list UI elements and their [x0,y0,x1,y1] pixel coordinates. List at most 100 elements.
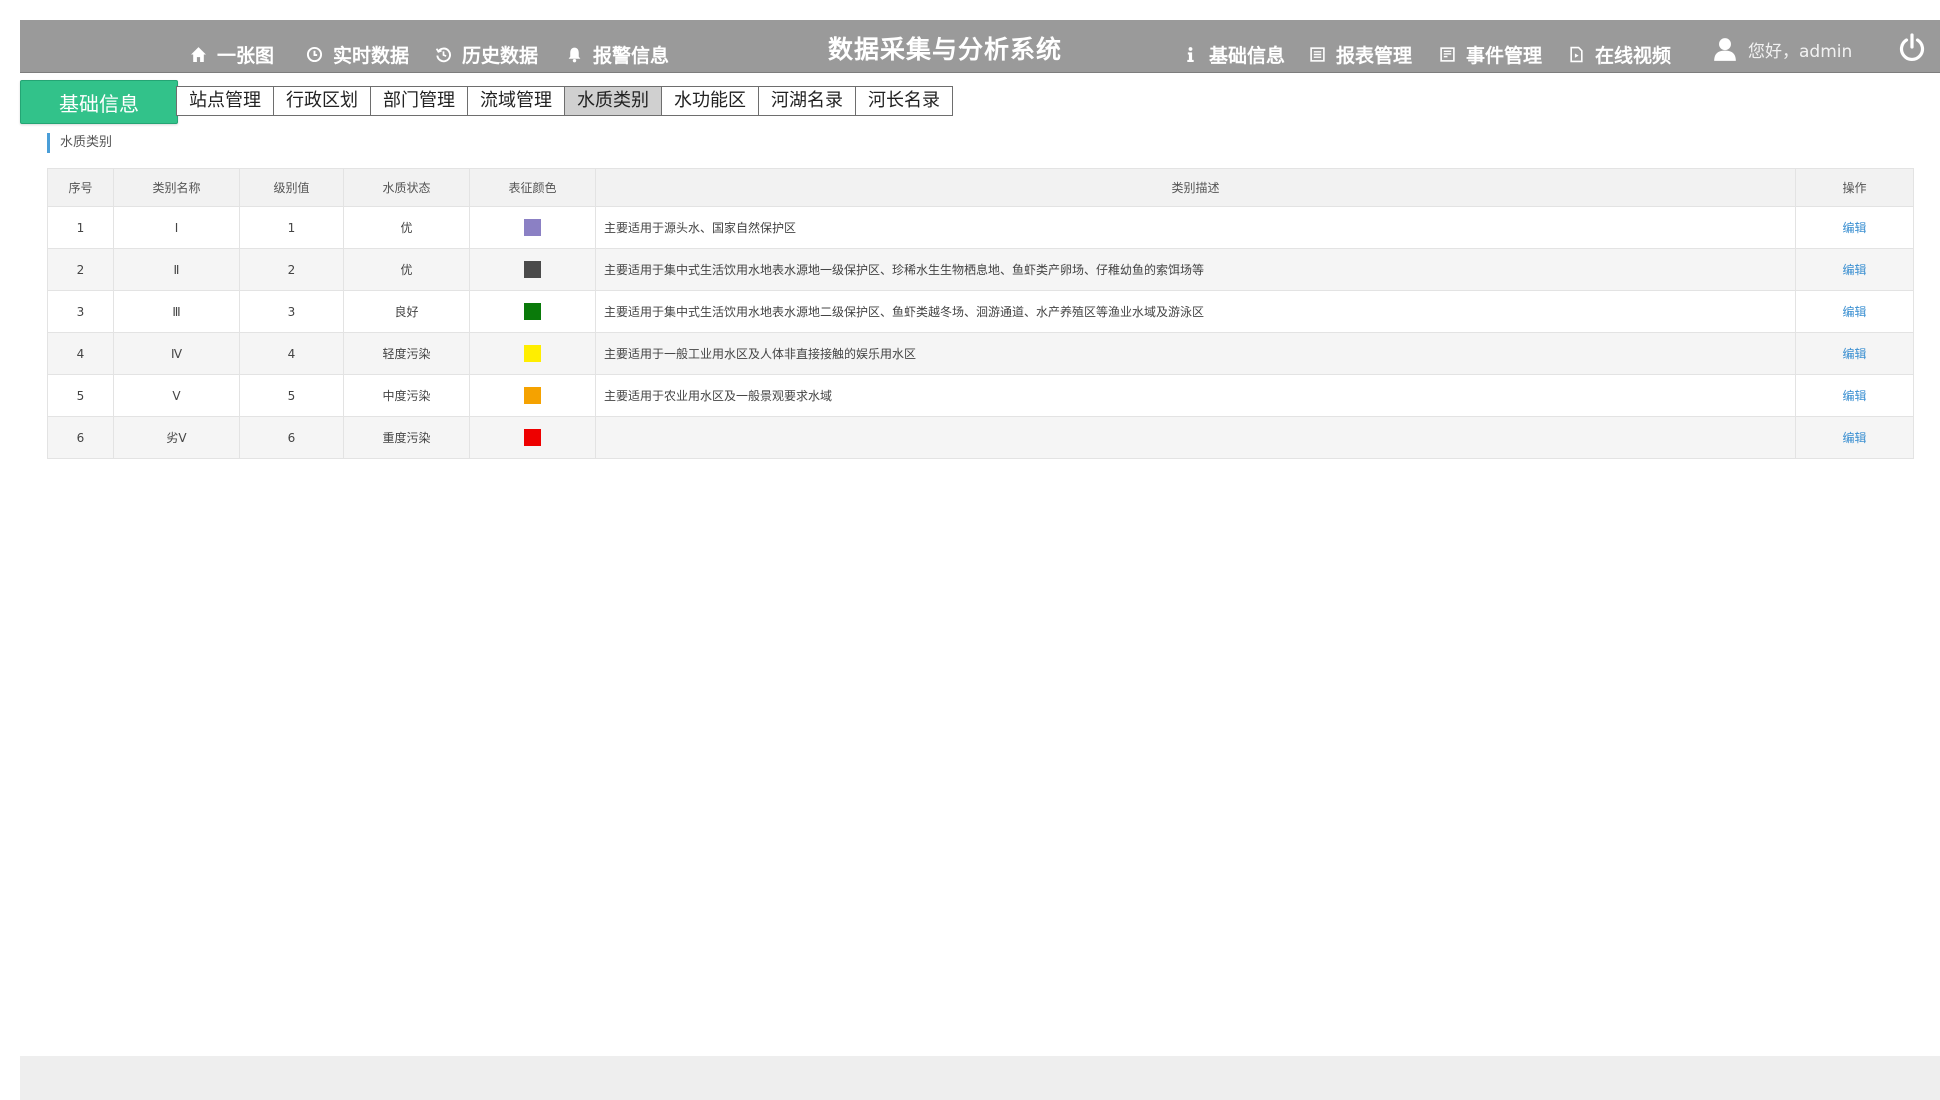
cell-action: 编辑 [1795,206,1914,249]
nav-realtime-label: 实时数据 [333,44,410,67]
nav-history[interactable]: 历史数据 [435,42,539,67]
logout-button[interactable] [1896,32,1928,64]
home-icon [191,46,206,62]
table-row: 3 Ⅲ 3 良好 主要适用于集中式生活饮用水地表水源地二级保护区、鱼虾类越冬场、… [47,290,1914,333]
edit-link[interactable]: 编辑 [1842,221,1866,235]
cell-name: Ⅳ [113,332,240,375]
edit-link[interactable]: 编辑 [1842,389,1866,403]
nav-report-label: 报表管理 [1336,44,1413,67]
table-row: 6 劣Ⅴ 6 重度污染 编辑 [47,416,1914,459]
edit-link[interactable]: 编辑 [1842,305,1866,319]
cell-name: Ⅲ [113,290,240,333]
cell-status: 良好 [343,290,470,333]
user-greeting: 您好，admin [1748,41,1853,62]
nav-alarm[interactable]: 报警信息 [566,42,670,67]
nav-report[interactable]: 报表管理 [1309,42,1413,67]
nav-basic-info-label: 基础信息 [1209,44,1286,67]
user-menu[interactable]: 您好，admin [1712,34,1852,64]
bell-icon [568,47,581,62]
cell-level: 2 [239,248,344,291]
report-icon [1310,46,1325,62]
color-swatch [524,429,541,446]
cell-status: 优 [343,248,470,291]
edit-link[interactable]: 编辑 [1842,431,1866,445]
table-row: 2 Ⅱ 2 优 主要适用于集中式生活饮用水地表水源地一级保护区、珍稀水生生物栖息… [47,248,1914,291]
color-swatch [524,219,541,236]
cell-index: 3 [47,290,114,333]
section-badge: 基础信息 [20,80,178,124]
cell-index: 4 [47,332,114,375]
nav-video[interactable]: 在线视频 [1568,42,1671,67]
cell-description: 主要适用于集中式生活饮用水地表水源地一级保护区、珍稀水生生物栖息地、鱼虾类产卵场… [595,248,1796,291]
cell-level: 5 [239,374,344,417]
tab-water-function-zone[interactable]: 水功能区 [661,86,759,116]
column-header-color[interactable]: 表征颜色 [469,168,596,207]
cell-status: 中度污染 [343,374,470,417]
tab-water-quality-category[interactable]: 水质类别 [564,86,662,116]
color-swatch [524,303,541,320]
tab-site-management[interactable]: 站点管理 [176,86,274,116]
nav-home-label: 一张图 [217,44,275,67]
column-header-level[interactable]: 级别值 [239,168,344,207]
footer-bar [20,1056,1940,1100]
table-row: 4 Ⅳ 4 轻度污染 主要适用于一般工业用水区及人体非直接接触的娱乐用水区 编辑 [47,332,1914,375]
cell-description [595,416,1796,459]
cell-description: 主要适用于集中式生活饮用水地表水源地二级保护区、鱼虾类越冬场、洄游通道、水产养殖… [595,290,1796,333]
color-swatch [524,261,541,278]
nav-history-label: 历史数据 [462,44,539,67]
table-row: 1 Ⅰ 1 优 主要适用于源头水、国家自然保护区 编辑 [47,206,1914,249]
cell-description: 主要适用于源头水、国家自然保护区 [595,206,1796,249]
cell-action: 编辑 [1795,290,1914,333]
cell-index: 2 [47,248,114,291]
app-title: 数据采集与分析系统 [827,35,1062,64]
water-quality-table: 序号 类别名称 级别值 水质状态 表征颜色 类别描述 操作 1 Ⅰ 1 优 主要… [47,168,1914,459]
cell-action: 编辑 [1795,248,1914,291]
cell-level: 1 [239,206,344,249]
nav-basic-info[interactable]: 基础信息 [1182,42,1286,67]
cell-level: 4 [239,332,344,375]
nav-home[interactable]: 一张图 [190,42,275,67]
tab-river-chief-directory[interactable]: 河长名录 [855,86,953,116]
cell-status: 优 [343,206,470,249]
tab-administrative-division[interactable]: 行政区划 [273,86,371,116]
table-header-row: 序号 类别名称 级别值 水质状态 表征颜色 类别描述 操作 [47,168,1914,207]
subtab-bar: 站点管理 行政区划 部门管理 流域管理 水质类别 水功能区 河湖名录 河长名录 [176,86,953,116]
cell-name: Ⅱ [113,248,240,291]
tab-basin-management[interactable]: 流域管理 [467,86,565,116]
column-header-name[interactable]: 类别名称 [113,168,240,207]
column-header-action[interactable]: 操作 [1795,168,1914,207]
cell-index: 6 [47,416,114,459]
column-header-description[interactable]: 类别描述 [595,168,1796,207]
nav-event[interactable]: 事件管理 [1439,42,1543,67]
table-row: 5 Ⅴ 5 中度污染 主要适用于农业用水区及一般景观要求水域 编辑 [47,374,1914,417]
cell-color [469,290,596,333]
cell-color [469,206,596,249]
cell-name: Ⅴ [113,374,240,417]
info-icon [1187,46,1194,62]
cell-action: 编辑 [1795,374,1914,417]
cell-color [469,248,596,291]
cell-color [469,374,596,417]
cell-color [469,416,596,459]
nav-alarm-label: 报警信息 [593,44,670,67]
history-icon [435,47,451,62]
color-swatch [524,345,541,362]
cell-name: Ⅰ [113,206,240,249]
video-icon [1570,46,1583,62]
cell-name: 劣Ⅴ [113,416,240,459]
tab-department-management[interactable]: 部门管理 [370,86,468,116]
nav-realtime[interactable]: 实时数据 [306,42,410,67]
clock-icon [306,46,323,62]
page-title: 水质类别 [47,133,112,153]
column-header-status[interactable]: 水质状态 [343,168,470,207]
top-header: 一张图 实时数据 历史数据 报警信息 数据采集与分析系统 基础信息 报表管理 事… [20,20,1940,73]
cell-level: 6 [239,416,344,459]
power-icon [1899,33,1925,61]
edit-link[interactable]: 编辑 [1842,263,1866,277]
nav-event-label: 事件管理 [1466,44,1543,67]
tab-river-lake-directory[interactable]: 河湖名录 [758,86,856,116]
cell-action: 编辑 [1795,332,1914,375]
cell-description: 主要适用于农业用水区及一般景观要求水域 [595,374,1796,417]
column-header-index[interactable]: 序号 [47,168,114,207]
edit-link[interactable]: 编辑 [1842,347,1866,361]
